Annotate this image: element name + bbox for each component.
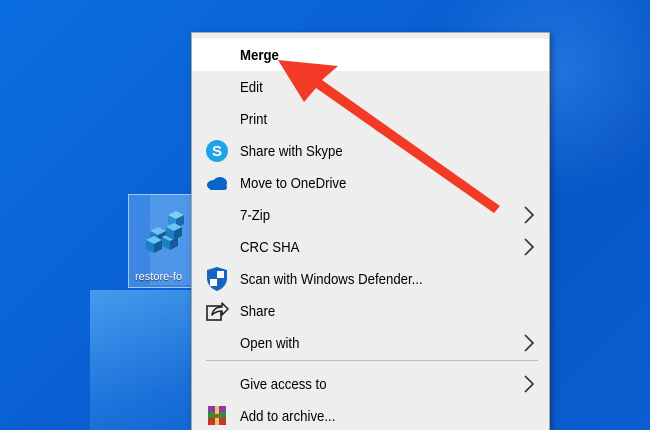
svg-text:S: S (212, 143, 222, 160)
menu-item-move-to-onedrive[interactable]: Move to OneDrive (192, 167, 549, 199)
chevron-right-icon (524, 238, 535, 256)
menu-separator (206, 360, 538, 361)
menu-item-share-with-skype[interactable]: S Share with Skype (192, 135, 549, 167)
chevron-right-icon (524, 206, 535, 224)
menu-item-label: Edit (240, 78, 263, 96)
menu-item-give-access-to[interactable]: Give access to (192, 368, 549, 400)
skype-icon: S (204, 138, 230, 164)
menu-item-open-with[interactable]: Open with (192, 327, 549, 359)
menu-item-label: Move to OneDrive (240, 174, 347, 192)
share-icon (204, 298, 230, 324)
menu-item-label: Share with Skype (240, 142, 343, 160)
menu-item-label: Open with (240, 334, 300, 352)
menu-item-label: Scan with Windows Defender... (240, 270, 423, 288)
menu-item-scan-with-windows-defender[interactable]: Scan with Windows Defender... (192, 263, 549, 295)
windows-defender-icon (204, 266, 230, 292)
registry-file-icon (146, 211, 184, 253)
menu-item-label: Add to archive... (240, 407, 336, 425)
menu-item-label: CRC SHA (240, 238, 300, 256)
menu-item-label: Give access to (240, 375, 327, 393)
context-menu: Merge Edit Print S Share with Skype Move… (191, 32, 550, 430)
menu-item-7zip[interactable]: 7-Zip (192, 199, 549, 231)
menu-item-edit[interactable]: Edit (192, 71, 549, 103)
winrar-icon (204, 403, 230, 429)
menu-item-share[interactable]: Share (192, 295, 549, 327)
menu-item-merge[interactable]: Merge (192, 39, 549, 71)
menu-item-label: 7-Zip (240, 206, 271, 224)
onedrive-icon (204, 170, 230, 196)
menu-item-crc-sha[interactable]: CRC SHA (192, 231, 549, 263)
menu-item-label: Merge (240, 46, 279, 64)
chevron-right-icon (524, 334, 535, 352)
menu-item-label: Share (240, 302, 276, 320)
menu-item-add-to-archive[interactable]: Add to archive... (192, 400, 549, 430)
menu-item-print[interactable]: Print (192, 103, 549, 135)
menu-item-label: Print (240, 110, 268, 128)
chevron-right-icon (524, 375, 535, 393)
